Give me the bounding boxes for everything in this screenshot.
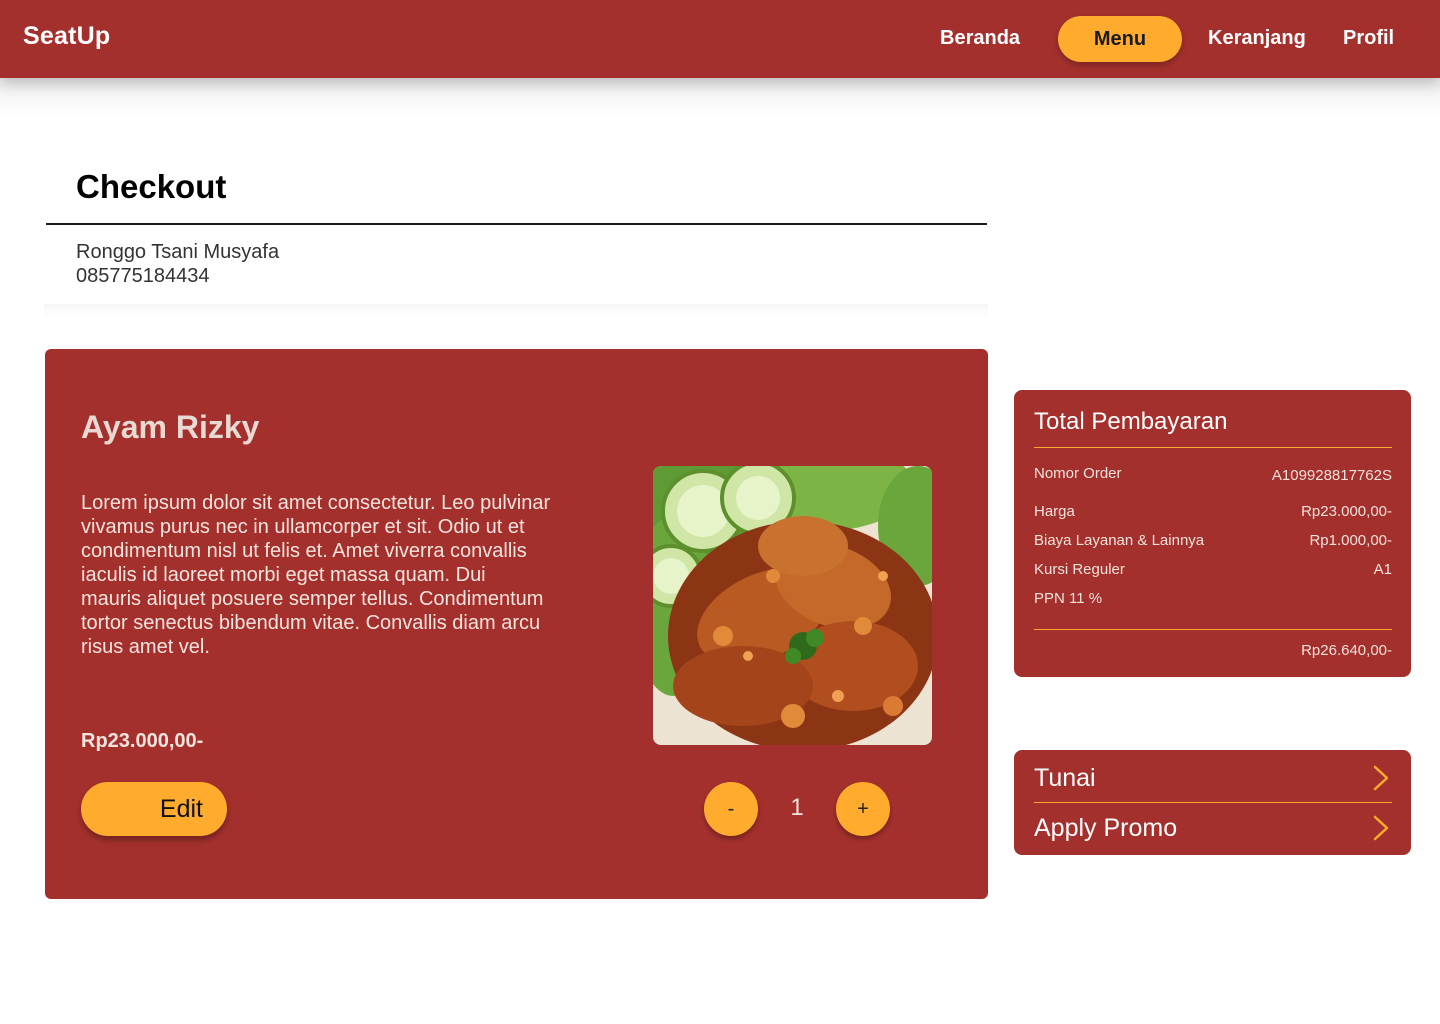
- total-amount: Rp26.640,00-: [1301, 642, 1392, 659]
- nav-item-menu[interactable]: Menu: [1058, 16, 1182, 62]
- seat-value: A1: [1373, 561, 1392, 578]
- brand-logo[interactable]: SeatUp: [23, 22, 110, 51]
- item-description: Lorem ipsum dolor sit amet consectetur. …: [81, 492, 551, 658]
- header-shadow: [0, 78, 1440, 118]
- page-title: Checkout: [76, 168, 227, 205]
- chevron-right-icon[interactable]: [1370, 764, 1392, 792]
- payment-method-label: Tunai: [1034, 764, 1096, 792]
- payment-method-row[interactable]: Tunai: [1014, 750, 1411, 800]
- service-fee-label: Biaya Layanan & Lainnya: [1034, 532, 1205, 549]
- title-divider: [46, 223, 987, 225]
- nav-item-beranda[interactable]: Beranda: [940, 27, 1020, 50]
- tax-label: PPN 11 %: [1034, 590, 1103, 607]
- increment-button[interactable]: +: [836, 782, 890, 836]
- decrement-button[interactable]: -: [704, 782, 758, 836]
- quantity-value: 1: [790, 794, 804, 821]
- service-fee-value: Rp1.000,00-: [1309, 532, 1392, 549]
- seat-label: Kursi Reguler: [1034, 561, 1125, 578]
- nav-item-profil[interactable]: Profil: [1343, 27, 1394, 50]
- edit-button[interactable]: Edit: [81, 782, 227, 836]
- order-number-value: A109928817762S: [1271, 467, 1392, 484]
- item-price: Rp23.000,00-: [81, 730, 204, 752]
- nav-item-keranjang[interactable]: Keranjang: [1208, 27, 1306, 50]
- navbar: SeatUp Beranda Menu Keranjang Profil: [0, 0, 1440, 78]
- summary-divider: [1034, 447, 1392, 448]
- payment-summary-card: Total Pembayaran Nomor Order A1099288177…: [1014, 390, 1411, 677]
- total-divider: [1034, 629, 1392, 630]
- food-image-illustration: [653, 466, 932, 745]
- price-label: Harga: [1034, 503, 1075, 520]
- cart-item-card: Ayam Rizky Lorem ipsum dolor sit amet co…: [45, 349, 988, 899]
- fried-chicken-photo: [653, 466, 932, 745]
- payment-options-card: Tunai Apply Promo: [1014, 750, 1411, 855]
- order-number-label: Nomor Order: [1034, 465, 1122, 482]
- price-value: Rp23.000,00-: [1301, 503, 1392, 520]
- item-name: Ayam Rizky: [81, 409, 260, 445]
- chevron-right-icon[interactable]: [1370, 814, 1392, 842]
- summary-title: Total Pembayaran: [1034, 408, 1228, 435]
- apply-promo-label: Apply Promo: [1034, 814, 1178, 842]
- customer-phone: 085775184434: [76, 265, 210, 287]
- customer-info-shadow: [44, 304, 988, 318]
- customer-name: Ronggo Tsani Musyafa: [76, 241, 280, 263]
- apply-promo-row[interactable]: Apply Promo: [1014, 802, 1411, 852]
